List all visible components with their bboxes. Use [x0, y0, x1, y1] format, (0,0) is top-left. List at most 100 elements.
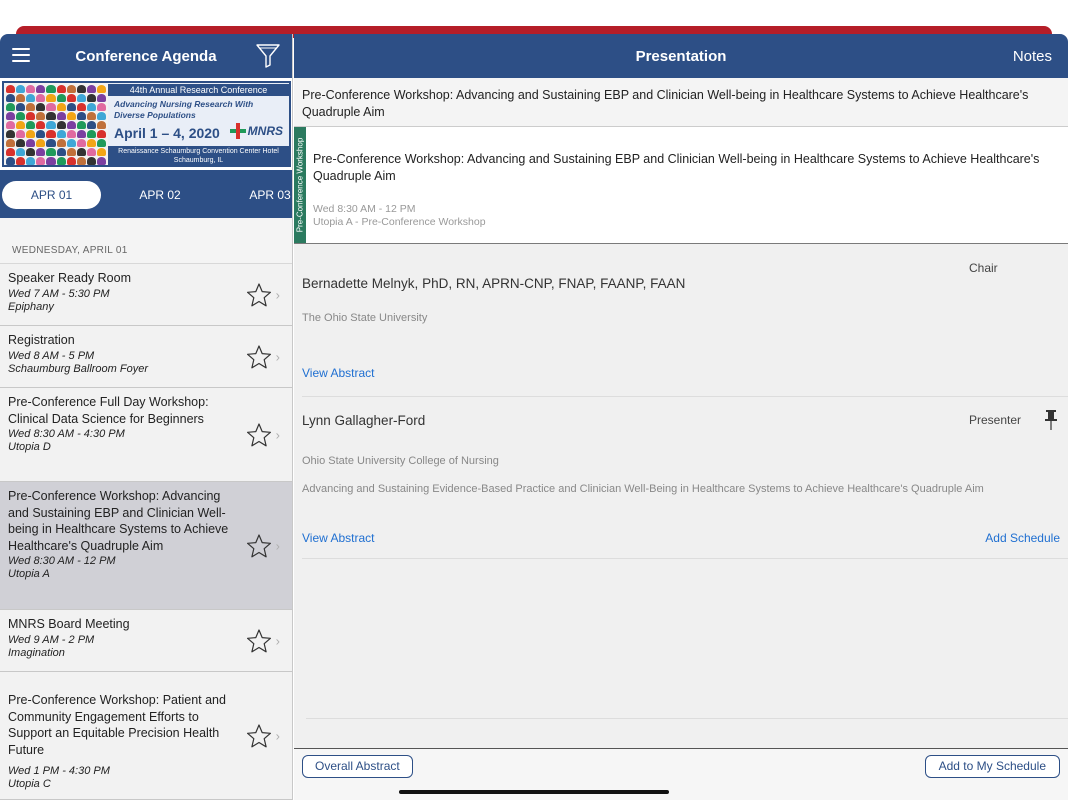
crowd-figure	[16, 85, 26, 93]
crowd-figure	[76, 94, 86, 102]
agenda-title: Conference Agenda	[75, 48, 217, 65]
crowd-figure	[26, 139, 36, 147]
crowd-figure	[86, 121, 96, 129]
session-room: Utopia A	[8, 568, 50, 580]
crowd-figure	[56, 103, 66, 111]
track-label-strip: Pre-Conference Workshop	[294, 127, 306, 243]
session-card-title: Pre-Conference Workshop: Advancing and S…	[313, 152, 1040, 183]
star-icon[interactable]	[246, 344, 272, 370]
star-icon[interactable]	[246, 723, 272, 749]
session-row[interactable]: Pre-Conference Workshop: Advancing and S…	[0, 482, 292, 610]
view-abstract-link[interactable]: View Abstract	[302, 531, 374, 545]
crowd-figure	[36, 166, 45, 167]
crowd-figure	[56, 85, 66, 93]
star-icon[interactable]	[246, 422, 272, 448]
crowd-figure	[36, 94, 46, 102]
crowd-figure	[6, 157, 16, 165]
crowd-figure	[86, 112, 96, 120]
session-row[interactable]: Speaker Ready Room Wed 7 AM - 5:30 PM Epip…	[0, 264, 292, 326]
person-role: Chair	[969, 261, 998, 275]
crowd-figure	[16, 130, 26, 138]
crowd-figure	[6, 94, 16, 102]
star-icon[interactable]	[246, 628, 272, 654]
crowd-figure	[66, 130, 76, 138]
pin-icon[interactable]	[1044, 409, 1058, 431]
crowd-figure	[86, 103, 96, 111]
agenda-panel: Conference Agenda 44th Annual Research C…	[0, 34, 293, 800]
crowd-figure	[36, 85, 46, 93]
person-name: Bernadette Melnyk, PhD, RN, APRN-CNP, FN…	[302, 276, 686, 291]
crowd-figure	[66, 103, 76, 111]
banner-dates: April 1 – 4, 2020	[114, 125, 220, 141]
crowd-figure	[46, 148, 56, 156]
day-header: WEDNESDAY, APRIL 01	[0, 218, 292, 264]
banner-venue-city: Schaumburg, IL	[173, 157, 224, 164]
crowd-figure	[6, 130, 16, 138]
crowd-figure	[6, 85, 16, 93]
date-tab-apr03[interactable]: APR 03	[240, 181, 292, 209]
crowd-figure	[46, 166, 55, 167]
date-tab-apr01[interactable]: APR 01	[2, 181, 101, 209]
add-schedule-link[interactable]: Add Schedule	[985, 531, 1060, 545]
date-tab-apr02[interactable]: APR 02	[120, 181, 200, 209]
crowd-figure	[86, 130, 96, 138]
crowd-figure	[46, 85, 56, 93]
crowd-figure	[36, 130, 46, 138]
session-card-location: Utopia A - Pre-Conference Workshop	[313, 216, 486, 228]
session-card-time: Wed 8:30 AM - 12 PM Utopia A - Pre-Confe…	[313, 203, 486, 229]
crowd-figure	[76, 121, 86, 129]
crowd-figure	[26, 85, 36, 93]
session-row[interactable]: Pre-Conference Workshop: Patient and Com…	[0, 672, 292, 800]
crowd-figure	[56, 130, 66, 138]
agenda-header: Conference Agenda	[0, 34, 292, 78]
funnel-icon[interactable]	[256, 43, 280, 69]
crowd-figure	[6, 148, 16, 156]
crowd-figure	[36, 139, 46, 147]
crowd-figure	[86, 148, 96, 156]
star-icon[interactable]	[246, 282, 272, 308]
person-affiliation: The Ohio State University	[302, 312, 428, 324]
crowd-figure	[36, 157, 46, 165]
person-affiliation: Ohio State University College of Nursing	[302, 455, 499, 467]
crowd-figure	[26, 166, 35, 167]
home-indicator[interactable]	[399, 790, 669, 794]
crowd-figure	[16, 166, 25, 167]
person-name: Lynn Gallagher-Ford	[302, 413, 426, 428]
mnrs-logo-text: MNRS	[247, 124, 283, 138]
crowd-figure	[96, 85, 106, 93]
crowd-figure	[36, 148, 46, 156]
chevron-right-icon: ›	[275, 287, 280, 302]
presentation-heading: Pre-Conference Workshop: Advancing and S…	[294, 78, 1068, 127]
crowd-figure	[86, 139, 96, 147]
crowd-figure	[66, 157, 76, 165]
crowd-illustration	[4, 83, 108, 165]
session-row[interactable]: MNRS Board Meeting Wed 9 AM - 2 PM Imagina…	[0, 610, 292, 672]
session-title: Speaker Ready Room	[8, 271, 131, 285]
notes-button[interactable]: Notes	[1013, 48, 1052, 65]
session-room: Utopia C	[8, 778, 51, 790]
crowd-figure	[76, 148, 86, 156]
crowd-figure	[96, 130, 106, 138]
crowd-figure	[96, 157, 106, 165]
add-to-my-schedule-button[interactable]: Add to My Schedule	[924, 755, 1060, 778]
session-row[interactable]: Registration Wed 8 AM - 5 PM Schaumburg Ba…	[0, 326, 292, 388]
view-abstract-link[interactable]: View Abstract	[302, 366, 374, 380]
crowd-figure	[26, 130, 36, 138]
crowd-figure	[67, 166, 76, 167]
star-icon[interactable]	[246, 533, 272, 559]
crowd-figure	[26, 148, 36, 156]
crowd-figure	[96, 148, 106, 156]
session-time: Wed 8:30 AM - 4:30 PM	[8, 428, 125, 440]
session-title: Registration	[8, 333, 75, 347]
crowd-figure	[36, 121, 46, 129]
crowd-figure	[26, 103, 36, 111]
session-row[interactable]: Pre-Conference Full Day Workshop: Clinic…	[0, 388, 292, 482]
banner-venue: Renaissance Schaumburg Convention Center…	[108, 146, 289, 165]
crowd-figure	[77, 166, 86, 167]
session-time: Wed 8 AM - 5 PM	[8, 349, 95, 362]
crowd-figure	[96, 103, 106, 111]
crowd-figure	[16, 121, 26, 129]
crowd-figure	[36, 112, 46, 120]
chevron-right-icon: ›	[275, 538, 280, 553]
overall-abstract-button[interactable]: Overall Abstract	[302, 755, 413, 778]
